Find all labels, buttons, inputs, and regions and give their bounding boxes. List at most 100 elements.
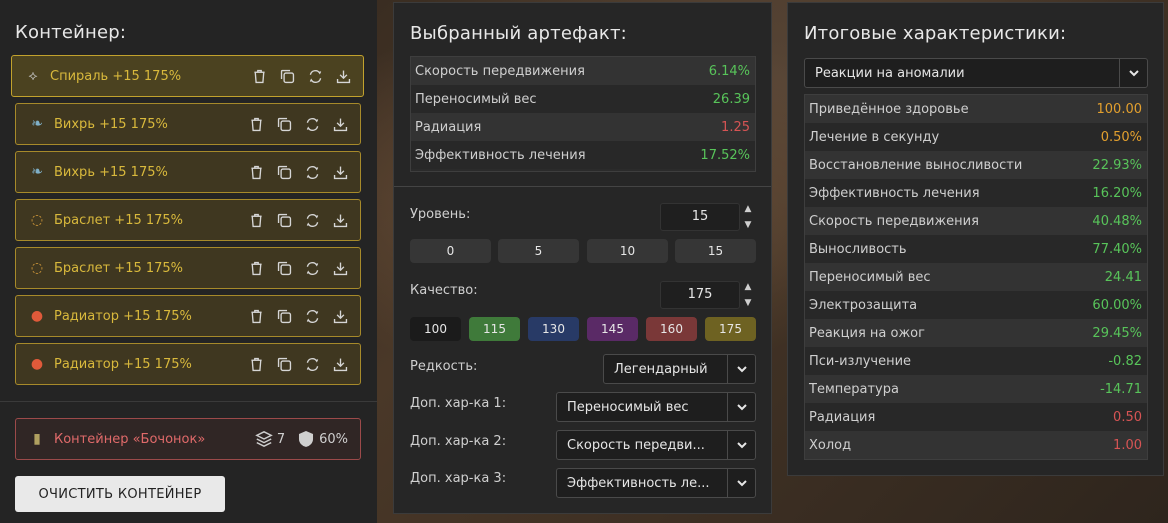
stat-name: Пси-излучение bbox=[809, 353, 912, 369]
stat-value: 16.20% bbox=[1092, 185, 1142, 201]
replace-button[interactable] bbox=[306, 67, 325, 86]
level-preset-button[interactable]: 0 bbox=[410, 239, 491, 263]
swap-icon bbox=[306, 117, 319, 131]
quality-preset-button[interactable]: 175 bbox=[705, 317, 756, 341]
stat-row: Эффективность лечения 17.52% bbox=[411, 141, 755, 169]
load-button[interactable] bbox=[331, 259, 350, 278]
stat-value: 1.25 bbox=[721, 119, 750, 135]
delete-button[interactable] bbox=[247, 211, 266, 230]
delete-button[interactable] bbox=[250, 67, 269, 86]
delete-button[interactable] bbox=[247, 163, 266, 182]
artifact-stats-table: Скорость передвижения 6.14% Переносимый ве… bbox=[410, 56, 756, 172]
duplicate-button[interactable] bbox=[275, 115, 294, 134]
chevron-down-icon[interactable] bbox=[727, 393, 755, 421]
divider bbox=[394, 186, 771, 187]
download-icon bbox=[333, 358, 348, 371]
chevron-down-icon[interactable] bbox=[727, 355, 755, 383]
replace-button[interactable] bbox=[303, 211, 322, 230]
duplicate-button[interactable] bbox=[275, 259, 294, 278]
load-button[interactable] bbox=[334, 67, 353, 86]
extra1-select[interactable]: Переносимый вес bbox=[556, 392, 756, 422]
stats-filter-value: Реакции на аномалии bbox=[815, 65, 965, 81]
chevron-down-icon[interactable] bbox=[727, 431, 755, 459]
replace-button[interactable] bbox=[303, 307, 322, 326]
chevron-up-icon[interactable]: ▲ bbox=[745, 203, 752, 215]
level-preset-button[interactable]: 15 bbox=[675, 239, 756, 263]
stat-row: Радиация 1.25 bbox=[411, 113, 755, 141]
quality-input[interactable]: 175 bbox=[660, 281, 740, 309]
duplicate-button[interactable] bbox=[278, 67, 297, 86]
duplicate-button[interactable] bbox=[275, 307, 294, 326]
artifact-item[interactable]: ◌ Браслет +15 175% bbox=[15, 247, 361, 289]
delete-button[interactable] bbox=[247, 259, 266, 278]
quality-preset-button[interactable]: 145 bbox=[587, 317, 638, 341]
replace-button[interactable] bbox=[303, 259, 322, 278]
duplicate-button[interactable] bbox=[275, 211, 294, 230]
chevron-down-icon[interactable] bbox=[727, 469, 755, 497]
load-button[interactable] bbox=[331, 355, 350, 374]
delete-button[interactable] bbox=[247, 115, 266, 134]
container-item[interactable]: ▮ Контейнер «Бочонок» 7 60% bbox=[15, 418, 361, 460]
stat-name: Температура bbox=[809, 381, 899, 397]
chevron-down-icon[interactable] bbox=[1119, 59, 1147, 87]
artifact-item[interactable]: ◌ Браслет +15 175% bbox=[15, 199, 361, 241]
stat-row: Скорость передвижения 6.14% bbox=[411, 57, 755, 85]
bracelet-artifact-icon: ◌ bbox=[30, 212, 44, 228]
stat-name: Электрозащита bbox=[809, 297, 918, 313]
replace-button[interactable] bbox=[303, 355, 322, 374]
replace-button[interactable] bbox=[303, 115, 322, 134]
extra2-select[interactable]: Скорость передви... bbox=[556, 430, 756, 460]
quality-preset-button[interactable]: 100 bbox=[410, 317, 461, 341]
final-stats-panel: Итоговые характеристики: Реакции на аном… bbox=[787, 2, 1164, 476]
level-preset-button[interactable]: 5 bbox=[498, 239, 579, 263]
copy-icon bbox=[277, 165, 292, 179]
quality-preset-button[interactable]: 160 bbox=[646, 317, 697, 341]
stat-name: Переносимый вес bbox=[415, 91, 537, 107]
container-slots: 7 bbox=[255, 430, 285, 448]
load-button[interactable] bbox=[331, 211, 350, 230]
replace-button[interactable] bbox=[303, 163, 322, 182]
quality-spinner[interactable]: ▲ ▼ bbox=[742, 281, 754, 309]
artifact-item-actions bbox=[247, 259, 350, 278]
load-button[interactable] bbox=[331, 163, 350, 182]
chevron-down-icon[interactable]: ▼ bbox=[745, 297, 752, 309]
level-spinner[interactable]: ▲ ▼ bbox=[742, 203, 754, 231]
chevron-down-icon[interactable]: ▼ bbox=[745, 219, 752, 231]
duplicate-button[interactable] bbox=[275, 355, 294, 374]
load-button[interactable] bbox=[331, 307, 350, 326]
artifact-item[interactable]: ● Радиатор +15 175% bbox=[15, 295, 361, 337]
delete-button[interactable] bbox=[247, 307, 266, 326]
stat-value: 6.14% bbox=[708, 63, 750, 79]
chevron-up-icon[interactable]: ▲ bbox=[745, 281, 752, 293]
artifact-item-label: Браслет +15 175% bbox=[54, 260, 184, 276]
stat-row: Восстановление выносливости 22.93% bbox=[805, 151, 1147, 179]
stats-filter-select[interactable]: Реакции на аномалии bbox=[804, 58, 1148, 88]
level-label: Уровень: bbox=[410, 207, 471, 222]
swap-icon bbox=[306, 165, 319, 179]
artifact-item-label: Радиатор +15 175% bbox=[54, 356, 192, 372]
stat-value: 24.41 bbox=[1104, 269, 1142, 285]
selected-artifact-title: Выбранный артефакт: bbox=[410, 23, 627, 44]
download-icon bbox=[336, 70, 351, 83]
rarity-select[interactable]: Легендарный bbox=[603, 354, 756, 384]
quality-preset-button[interactable]: 115 bbox=[469, 317, 520, 341]
level-preset-button[interactable]: 10 bbox=[587, 239, 668, 263]
rarity-label: Редкость: bbox=[410, 359, 478, 374]
barrel-container-icon: ▮ bbox=[33, 431, 41, 447]
artifact-item[interactable]: ● Радиатор +15 175% bbox=[15, 343, 361, 385]
stat-value: 40.48% bbox=[1092, 213, 1142, 229]
level-input[interactable]: 15 bbox=[660, 203, 740, 231]
artifact-item-actions bbox=[247, 115, 350, 134]
stat-row: Электрозащита 60.00% bbox=[805, 291, 1147, 319]
stat-row: Температура -14.71 bbox=[805, 375, 1147, 403]
artifact-item[interactable]: ⟡ Спираль +15 175% bbox=[11, 55, 364, 97]
stat-value: 77.40% bbox=[1092, 241, 1142, 257]
quality-preset-button[interactable]: 130 bbox=[528, 317, 579, 341]
duplicate-button[interactable] bbox=[275, 163, 294, 182]
load-button[interactable] bbox=[331, 115, 350, 134]
artifact-item[interactable]: ❧ Вихрь +15 175% bbox=[15, 103, 361, 145]
extra3-select[interactable]: Эффективность ле... bbox=[556, 468, 756, 498]
clear-container-button[interactable]: ОЧИСТИТЬ КОНТЕЙНЕР bbox=[15, 476, 225, 512]
artifact-item[interactable]: ❧ Вихрь +15 175% bbox=[15, 151, 361, 193]
delete-button[interactable] bbox=[247, 355, 266, 374]
